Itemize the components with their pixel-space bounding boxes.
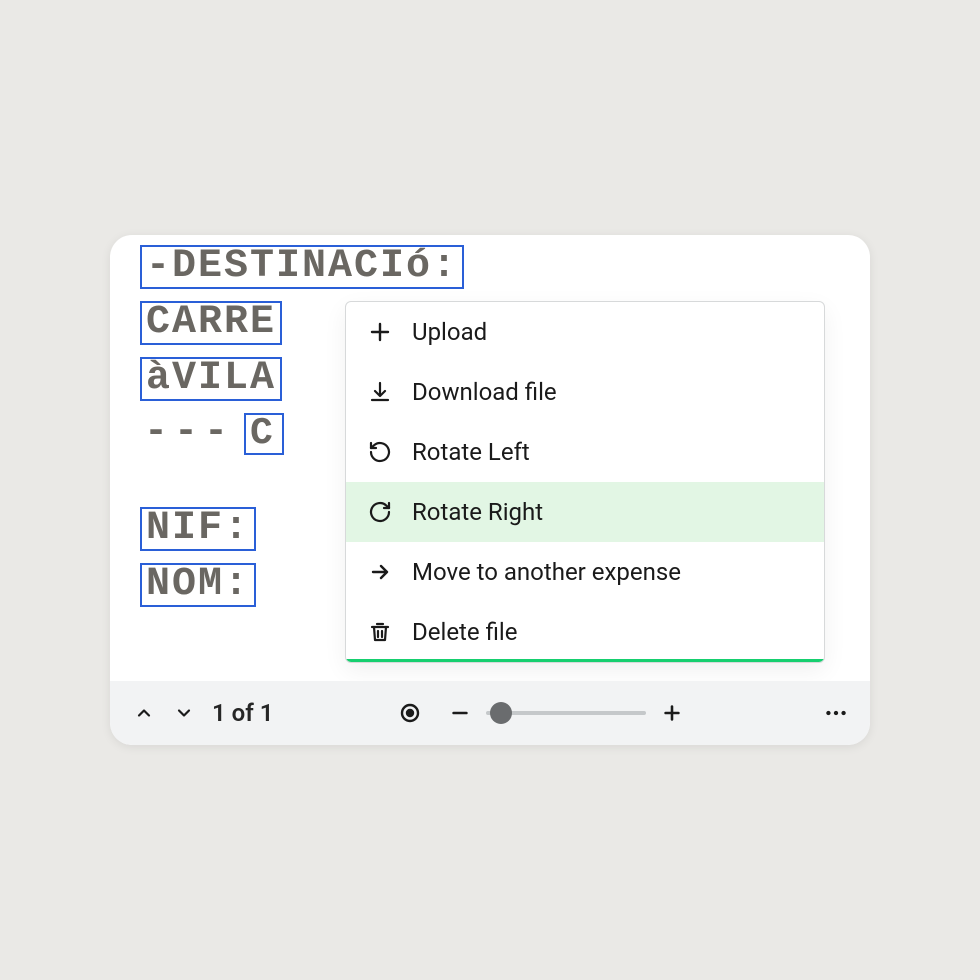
document-viewer-card: -DESTINACIó: CARRE àVILA --- C NIF: NOM:: [110, 235, 870, 745]
rotate-right-icon: [366, 498, 394, 526]
menu-item-move[interactable]: Move to another expense: [346, 542, 824, 602]
menu-item-rotate-right[interactable]: Rotate Right: [346, 482, 824, 542]
reset-view-button[interactable]: [394, 697, 426, 729]
zoom-in-button[interactable]: [656, 697, 688, 729]
zoom-slider[interactable]: [486, 711, 646, 715]
menu-item-rotate-left[interactable]: Rotate Left: [346, 422, 824, 482]
ocr-field-label: NIF:: [140, 507, 256, 551]
plus-icon: [661, 702, 683, 724]
ocr-dashes: ---: [140, 413, 238, 453]
zoom-slider-thumb[interactable]: [490, 702, 512, 724]
menu-item-label: Delete file: [412, 618, 517, 646]
file-actions-menu: Upload Download file Rotate Left Rotate …: [345, 301, 825, 663]
eye-icon: [398, 701, 422, 725]
trash-icon: [366, 618, 394, 646]
ocr-token: àVILA: [140, 357, 282, 401]
next-page-button[interactable]: [168, 697, 200, 729]
viewer-toolbar: 1 of 1: [110, 681, 870, 745]
rotate-left-icon: [366, 438, 394, 466]
menu-item-label: Move to another expense: [412, 558, 681, 586]
ocr-token: C: [244, 413, 284, 455]
download-icon: [366, 378, 394, 406]
move-icon: [366, 558, 394, 586]
ocr-token: CARRE: [140, 301, 282, 345]
more-actions-button[interactable]: [820, 697, 852, 729]
prev-page-button[interactable]: [128, 697, 160, 729]
menu-item-label: Rotate Right: [412, 498, 543, 526]
page-indicator: 1 of 1: [212, 699, 273, 727]
menu-item-label: Download file: [412, 378, 557, 406]
ocr-token: -DESTINACIó:: [140, 245, 464, 289]
more-horizontal-icon: [823, 700, 849, 726]
zoom-out-button[interactable]: [444, 697, 476, 729]
ocr-field-label: NOM:: [140, 563, 256, 607]
plus-icon: [366, 318, 394, 346]
menu-item-delete[interactable]: Delete file: [346, 602, 824, 662]
chevron-up-icon: [134, 703, 154, 723]
chevron-down-icon: [174, 703, 194, 723]
menu-item-label: Upload: [412, 318, 487, 346]
zoom-control: [444, 697, 688, 729]
minus-icon: [449, 702, 471, 724]
menu-item-download[interactable]: Download file: [346, 362, 824, 422]
menu-item-label: Rotate Left: [412, 438, 530, 466]
document-preview[interactable]: -DESTINACIó: CARRE àVILA --- C NIF: NOM:: [110, 235, 870, 681]
menu-item-upload[interactable]: Upload: [346, 302, 824, 362]
